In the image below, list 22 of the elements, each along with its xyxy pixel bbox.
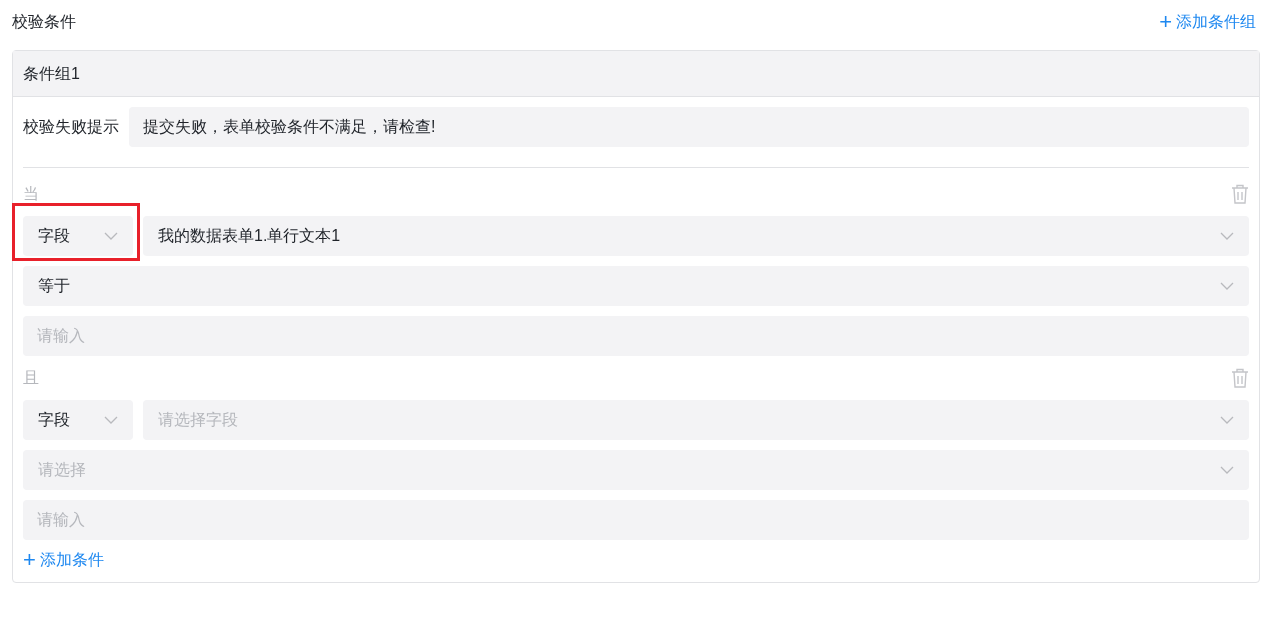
chevron-down-icon bbox=[1220, 416, 1234, 424]
chevron-down-icon bbox=[1220, 466, 1234, 474]
select-field[interactable]: 字段 bbox=[23, 216, 133, 256]
chevron-down-icon bbox=[104, 416, 118, 424]
chevron-down-icon bbox=[104, 232, 118, 240]
select-field[interactable]: 等于 bbox=[23, 266, 1249, 306]
chevron-down-icon bbox=[1220, 232, 1234, 240]
message-input[interactable]: 提交失败，表单校验条件不满足，请检查! bbox=[129, 107, 1249, 147]
select-field[interactable]: 我的数据表单1.单行文本1 bbox=[143, 216, 1249, 256]
select-field[interactable]: 字段 bbox=[23, 400, 133, 440]
value-input[interactable]: 请输入 bbox=[23, 500, 1249, 540]
section-title: 校验条件 bbox=[12, 12, 76, 32]
connector-label: 当 bbox=[23, 184, 39, 204]
value-input[interactable]: 请输入 bbox=[23, 316, 1249, 356]
trash-icon[interactable] bbox=[1231, 368, 1249, 388]
connector-label: 且 bbox=[23, 368, 39, 388]
chevron-down-icon bbox=[1220, 282, 1234, 290]
add-group-button[interactable]: + 添加条件组 bbox=[1159, 10, 1260, 34]
trash-icon[interactable] bbox=[1231, 184, 1249, 204]
field-label: 校验失败提示 bbox=[23, 117, 119, 137]
add-condition-button[interactable]: + 添加条件 bbox=[23, 548, 104, 572]
group-title: 条件组1 bbox=[23, 63, 80, 84]
